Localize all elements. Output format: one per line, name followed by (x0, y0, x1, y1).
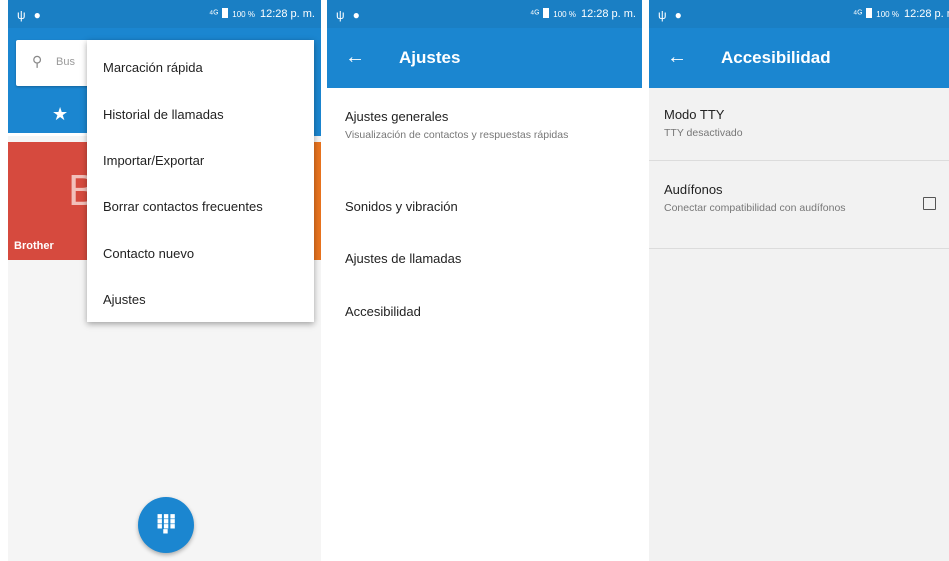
android-icon: ● (33, 8, 41, 22)
page-title: Accesibilidad (721, 48, 831, 67)
dialpad-icon: ■■■ ■■■ ■■■ ■ (157, 511, 177, 536)
status-bar: ψ ● ⁴ᴳ 100 % 12:28 p. m. (8, 0, 321, 28)
arrow-left-icon[interactable]: ← (667, 46, 687, 69)
settings-item-general[interactable]: Ajustes generales Visualización de conta… (345, 109, 600, 142)
battery-icon (543, 8, 550, 18)
status-bar: ψ ● ⁴ᴳ 100 % 12:28 p. m. (327, 0, 642, 28)
arrow-left-icon[interactable]: ← (345, 46, 365, 69)
settings-item-calls[interactable]: Ajustes de llamadas (345, 251, 461, 266)
battery-percent: 100 % (232, 10, 255, 19)
menu-item-import-export[interactable]: Importar/Exportar (103, 153, 204, 168)
signal-icon: ⁴ᴳ (209, 9, 219, 20)
settings-item-accessibility[interactable]: Accesibilidad (345, 304, 421, 319)
android-icon: ● (674, 8, 682, 22)
settings-item-sounds[interactable]: Sonidos y vibración (345, 199, 458, 214)
menu-item-settings[interactable]: Ajustes (103, 292, 146, 307)
overflow-menu: Marcación rápida Historial de llamadas I… (87, 40, 314, 322)
setting-subtitle: Conectar compatibilidad con audífonos (664, 202, 846, 214)
clock: 12:28 p. m. (259, 8, 315, 20)
setting-title: Audífonos (664, 182, 723, 197)
search-placeholder: Bus (56, 56, 75, 68)
menu-item-call-history[interactable]: Historial de llamadas (103, 107, 224, 122)
settings-item-title: Accesibilidad (345, 304, 421, 319)
menu-item-new-contact[interactable]: Contacto nuevo (103, 246, 194, 261)
page-title: Ajustes (399, 48, 461, 67)
clock: 12:28 p. m. (903, 8, 949, 20)
battery-icon (222, 8, 229, 18)
usb-icon: ψ (658, 8, 667, 22)
settings-item-title: Sonidos y vibración (345, 199, 458, 214)
hearing-aids-checkbox[interactable] (923, 197, 936, 210)
search-icon: ⚲ (32, 53, 43, 69)
screen-accessibility: ψ ● ⁴ᴳ 100 % 12:28 p. m. ← Accesibilidad Mo… (649, 0, 949, 561)
clock: 12:28 p. m. (580, 8, 636, 20)
contact-name: Brother (14, 240, 54, 252)
screen-contacts: ψ ● ⁴ᴳ 100 % 12:28 p. m. ⚲ Bus ★ B Brother … (8, 0, 321, 561)
status-bar: ψ ● ⁴ᴳ 100 % 12:28 p. m. (649, 0, 949, 28)
setting-subtitle: TTY desactivado (664, 127, 743, 139)
contact-card[interactable]: B Brother (8, 142, 97, 260)
setting-title: Modo TTY (664, 107, 725, 122)
setting-tty-mode[interactable]: Modo TTY TTY desactivado (649, 88, 949, 161)
menu-item-clear-frequents[interactable]: Borrar contactos frecuentes (103, 199, 263, 214)
battery-icon (866, 8, 873, 18)
settings-item-title: Ajustes generales (345, 109, 449, 124)
menu-item-speed-dial[interactable]: Marcación rápida (103, 60, 203, 75)
setting-hearing-aids[interactable]: Audífonos Conectar compatibilidad con au… (649, 161, 949, 249)
usb-icon: ψ (17, 8, 26, 22)
settings-item-title: Ajustes de llamadas (345, 251, 462, 266)
settings-item-subtitle: Visualización de contactos y respuestas … (345, 129, 569, 141)
app-bar: ← Ajustes (327, 28, 642, 88)
android-icon: ● (352, 8, 360, 22)
usb-icon: ψ (336, 8, 345, 22)
screen-settings: ψ ● ⁴ᴳ 100 % 12:28 p. m. ← Ajustes Ajustes … (327, 0, 642, 561)
signal-icon: ⁴ᴳ (530, 9, 540, 20)
signal-icon: ⁴ᴳ (853, 9, 863, 20)
battery-percent: 100 % (553, 10, 576, 19)
battery-percent: 100 % (876, 10, 899, 19)
star-icon[interactable]: ★ (52, 104, 68, 125)
dialpad-button[interactable]: ■■■ ■■■ ■■■ ■ (138, 497, 194, 553)
app-bar: ← Accesibilidad (649, 28, 949, 88)
